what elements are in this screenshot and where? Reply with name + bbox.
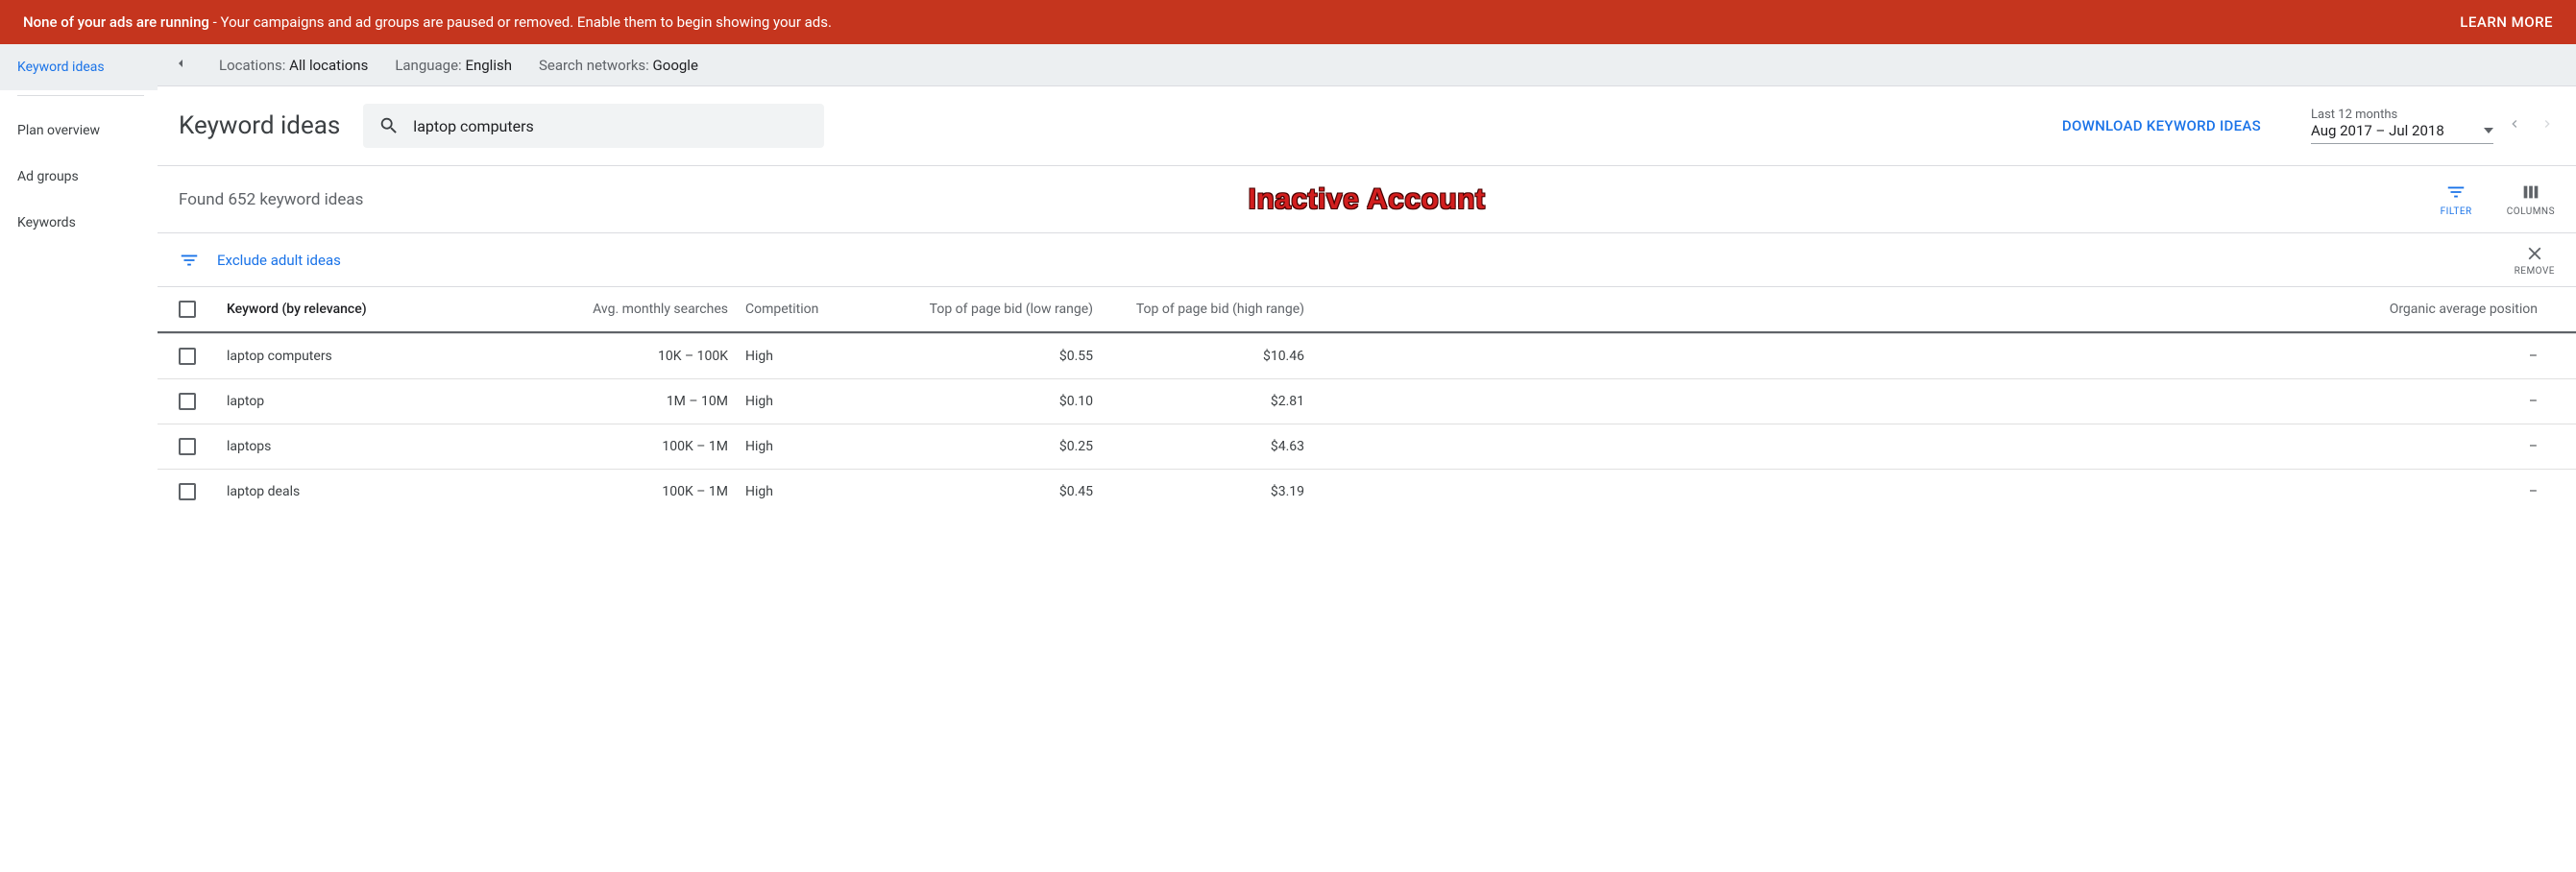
row-checkbox[interactable] [179,393,196,410]
sidebar-item-label: Ad groups [17,169,79,184]
cell-keyword: laptop deals [227,484,553,499]
th-searches[interactable]: Avg. monthly searches [553,302,745,317]
date-range-label: Last 12 months [2311,108,2493,122]
setting-language[interactable]: Language: English [395,57,512,74]
chevron-right-icon [2540,116,2555,132]
date-next-button[interactable] [2540,116,2555,135]
columns-icon [2520,182,2541,203]
select-all-checkbox[interactable] [179,301,196,318]
setting-label: Locations: [219,57,285,74]
sidebar-item-label: Plan overview [17,123,100,138]
setting-label: Language: [395,57,461,74]
setting-label: Search networks: [539,57,649,74]
table-row[interactable]: laptop deals100K – 1MHigh$0.45$3.19– [158,469,2576,514]
toolbar-label: FILTER [2441,206,2472,217]
dropdown-icon [2484,128,2493,133]
cell-keyword: laptop computers [227,349,553,364]
date-prev-button[interactable] [2507,116,2522,135]
date-range-value: Aug 2017 – Jul 2018 [2311,122,2444,139]
row-checkbox[interactable] [179,483,196,500]
sidebar: Keyword ideas Plan overview Ad groups Ke… [0,44,158,514]
sidebar-item-keyword-ideas[interactable]: Keyword ideas [0,44,158,90]
table-row[interactable]: laptops100K – 1MHigh$0.25$4.63– [158,424,2576,469]
inactive-account-overlay: Inactive Account [1249,183,1486,216]
found-count-text: Found 652 keyword ideas [179,190,363,209]
cell-organic: – [1322,349,2555,364]
alert-text: None of your ads are running - Your camp… [23,13,832,31]
remove-filter-button[interactable]: REMOVE [2515,243,2555,277]
setting-locations[interactable]: Locations: All locations [219,57,368,74]
close-icon [2524,243,2545,264]
date-range-picker[interactable]: Last 12 months Aug 2017 – Jul 2018 [2311,108,2493,144]
learn-more-button[interactable]: LEARN MORE [2460,13,2553,31]
th-bid-low[interactable]: Top of page bid (low range) [918,302,1110,317]
th-organic[interactable]: Organic average position [1322,302,2555,317]
settings-bar: Locations: All locations Language: Engli… [158,44,2576,86]
cell-bid-high: $3.19 [1110,484,1322,499]
cell-searches: 100K – 1M [553,484,745,499]
filter-chip-row: Exclude adult ideas REMOVE [158,232,2576,286]
search-icon [378,115,400,136]
row-checkbox[interactable] [179,438,196,455]
th-bid-high[interactable]: Top of page bid (high range) [1110,302,1322,317]
setting-value: English [465,57,512,74]
alert-rest: - Your campaigns and ad groups are pause… [209,13,832,31]
cell-bid-low: $0.45 [918,484,1110,499]
table-row[interactable]: laptop1M – 10MHigh$0.10$2.81– [158,378,2576,424]
page-title: Keyword ideas [179,111,340,140]
cell-keyword: laptops [227,439,553,454]
sidebar-item-keywords[interactable]: Keywords [0,200,158,246]
remove-label: REMOVE [2515,266,2555,277]
cell-bid-high: $2.81 [1110,394,1322,409]
back-chevron-icon[interactable] [169,56,192,75]
search-box[interactable] [363,104,824,148]
cell-bid-low: $0.10 [918,394,1110,409]
setting-value: Google [653,57,698,74]
chevron-left-icon [2507,116,2522,132]
cell-bid-high: $4.63 [1110,439,1322,454]
sidebar-item-ad-groups[interactable]: Ad groups [0,154,158,200]
row-checkbox[interactable] [179,348,196,365]
status-row: Found 652 keyword ideas Inactive Account… [158,165,2576,232]
cell-searches: 10K – 100K [553,349,745,364]
sidebar-item-label: Keywords [17,215,76,230]
cell-searches: 100K – 1M [553,439,745,454]
filter-icon [2445,182,2467,203]
search-input[interactable] [413,117,809,135]
download-keyword-ideas-button[interactable]: DOWNLOAD KEYWORD IDEAS [2062,117,2261,134]
table-body: laptop computers10K – 100KHigh$0.55$10.4… [158,333,2576,514]
columns-button[interactable]: COLUMNS [2507,182,2555,217]
table-row[interactable]: laptop computers10K – 100KHigh$0.55$10.4… [158,333,2576,378]
cell-competition: High [745,439,918,454]
date-range: Last 12 months Aug 2017 – Jul 2018 [2311,108,2555,144]
sidebar-item-label: Keyword ideas [17,60,105,75]
toolbar-label: COLUMNS [2507,206,2555,217]
cell-competition: High [745,349,918,364]
cell-bid-high: $10.46 [1110,349,1322,364]
main-content: Locations: All locations Language: Engli… [158,44,2576,514]
cell-competition: High [745,484,918,499]
th-keyword[interactable]: Keyword (by relevance) [227,302,553,317]
sidebar-item-plan-overview[interactable]: Plan overview [0,108,158,154]
setting-networks[interactable]: Search networks: Google [539,57,698,74]
th-competition[interactable]: Competition [745,302,918,317]
cell-organic: – [1322,394,2555,409]
cell-organic: – [1322,439,2555,454]
cell-keyword: laptop [227,394,553,409]
alert-bold: None of your ads are running [23,13,209,31]
filter-button[interactable]: FILTER [2441,182,2472,217]
alert-banner: None of your ads are running - Your camp… [0,0,2576,44]
page-header: Keyword ideas DOWNLOAD KEYWORD IDEAS Las… [158,86,2576,165]
cell-bid-low: $0.25 [918,439,1110,454]
cell-searches: 1M – 10M [553,394,745,409]
cell-competition: High [745,394,918,409]
cell-bid-low: $0.55 [918,349,1110,364]
filter-icon [179,250,200,271]
filter-chip-exclude-adult[interactable]: Exclude adult ideas [217,252,341,269]
table-header: Keyword (by relevance) Avg. monthly sear… [158,286,2576,333]
cell-organic: – [1322,484,2555,499]
setting-value: All locations [289,57,368,74]
